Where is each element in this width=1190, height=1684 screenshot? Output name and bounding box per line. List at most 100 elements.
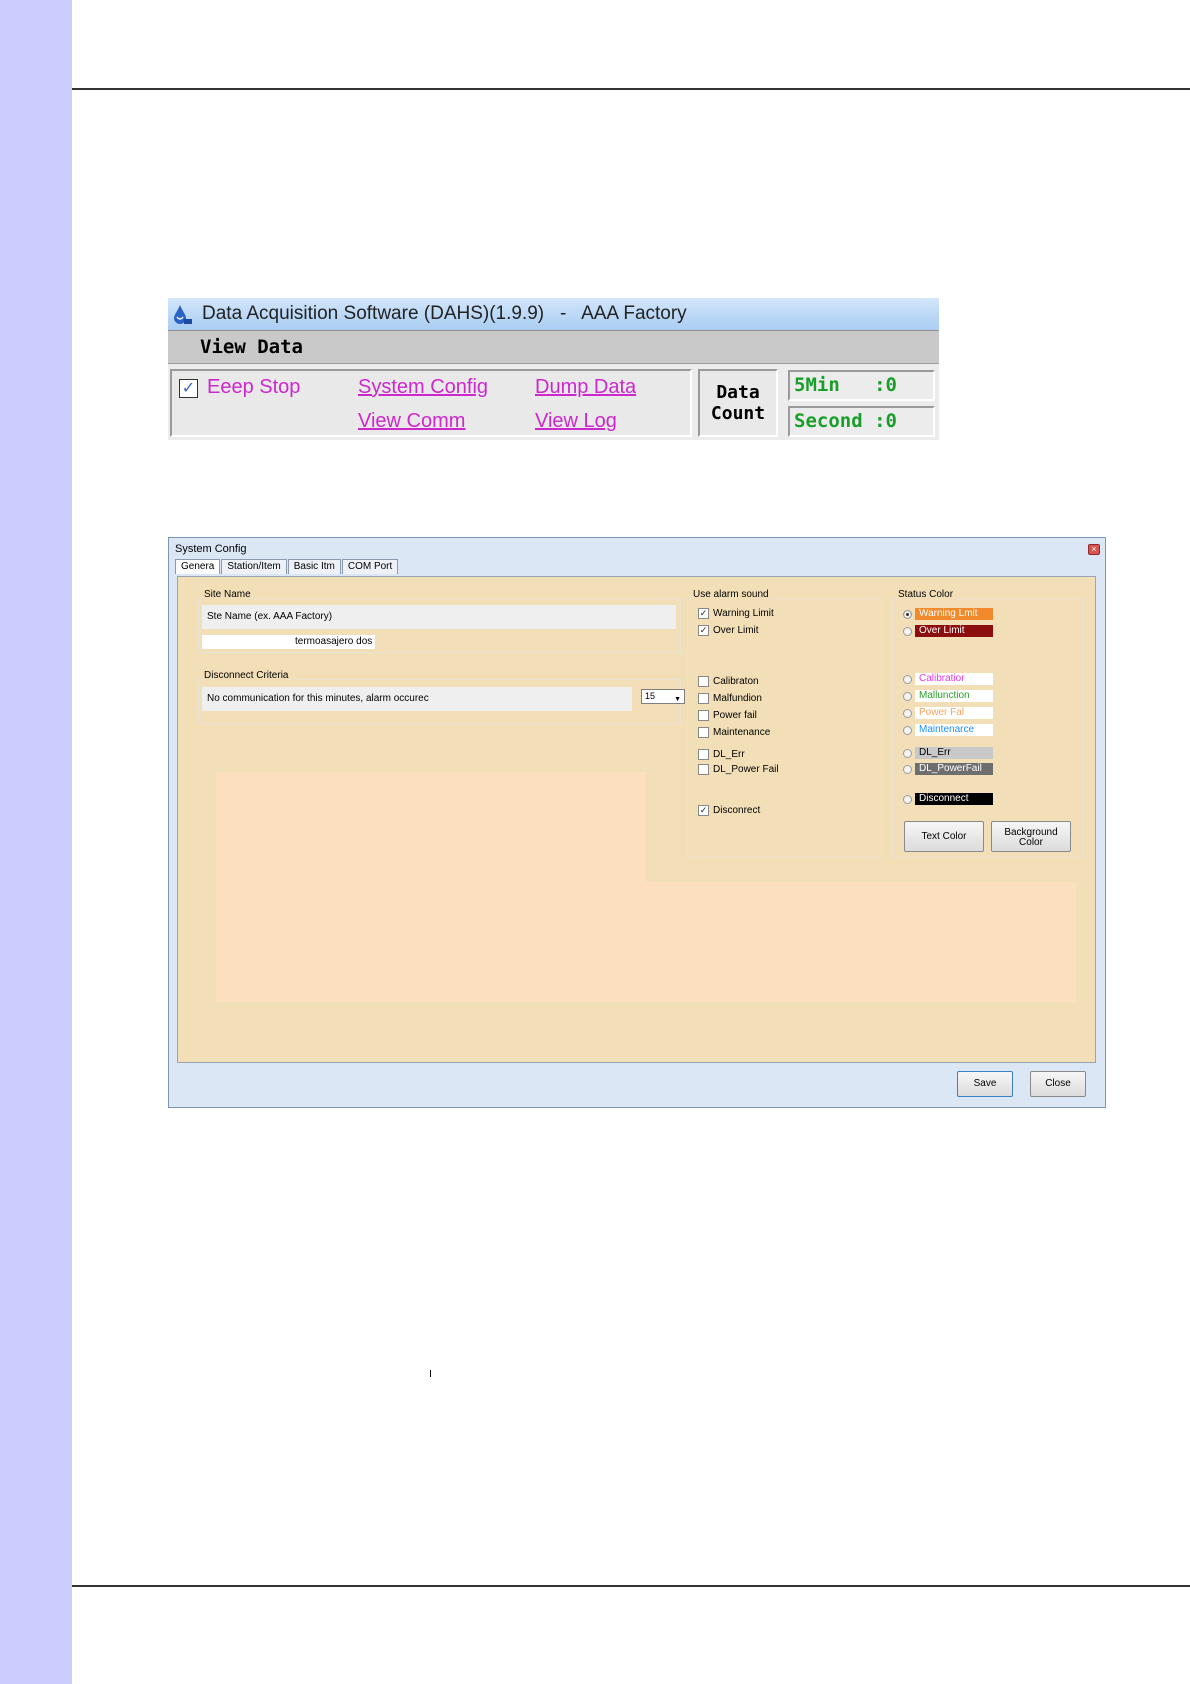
radio-unselected[interactable] [903,794,912,804]
alarm-sound-maintenance[interactable]: Maintenance [698,727,770,738]
checkbox-checked[interactable]: ✓ [698,625,709,636]
dialog-title: System Config [175,543,247,555]
status-swatch: Over Limit [915,625,993,637]
status-swatch: Power Fal [915,707,993,719]
site-name-input[interactable]: termoasajero dos [202,635,375,649]
dahs-main-window: Data Acquisition Software (DAHS)(1.9.9) … [168,298,939,440]
view-comm-link[interactable]: View Comm [358,410,465,433]
count-second: Second :0 [788,406,935,437]
background-color-button[interactable]: Background Color [991,821,1071,852]
disconnect-criteria-group: Disconnect Criteria No communication for… [198,670,685,724]
status-swatch: DL_PowerFail [915,763,993,775]
status-color-maintenance[interactable]: Maintenarce [903,724,993,736]
status-swatch: Calibratior [915,673,993,685]
alarm-sound-label: DL_Err [713,749,745,760]
control-panel: ✓ Eeep Stop System Config Dump Data View… [170,369,692,437]
radio-unselected[interactable] [903,708,912,718]
checkbox-unchecked[interactable] [698,749,709,760]
system-config-dialog: System Config × Genera Station/Item Basi… [168,537,1106,1108]
radio-unselected[interactable] [903,764,912,774]
radio-selected[interactable] [903,609,912,619]
menu-item-view-data[interactable]: View Data [200,336,303,358]
beep-stop-label[interactable]: Eeep Stop [207,376,300,399]
radio-unselected[interactable] [903,674,912,684]
alarm-sound-label: DL_Power Fail [713,764,779,775]
tab-general[interactable]: Genera [175,559,221,574]
status-color-over-limit[interactable]: Over Limit [903,625,993,637]
status-color-malfunction[interactable]: Mallunction [903,690,993,702]
alarm-sound-label: Maintenance [713,727,771,738]
alarm-sound-dl-err[interactable]: DL_Err [698,749,745,760]
radio-unselected[interactable] [903,725,912,735]
alarm-sound-disconnect[interactable]: ✓ Disconrect [698,805,760,816]
window-titlebar: Data Acquisition Software (DAHS)(1.9.9) … [168,298,939,330]
status-swatch: DL_Err [915,747,993,759]
checkbox-checked[interactable]: ✓ [698,608,709,619]
alarm-sound-warning-limit[interactable]: ✓ Warning Limit [698,608,774,619]
radio-unselected[interactable] [903,626,912,636]
stray-mark [430,1370,431,1377]
radio-unselected[interactable] [903,748,912,758]
chevron-down-icon: ▼ [674,696,681,703]
site-name-group: Site Name Ste Name (ex. AAA Factory) ter… [198,589,681,653]
save-button[interactable]: Save [957,1071,1013,1097]
disconnect-criteria-text: No communication for this minutes, alarm… [202,687,632,711]
disconnect-criteria-group-title: Disconnect Criteria [203,670,290,681]
alarm-sound-dl-power-fail[interactable]: DL_Power Fail [698,764,779,775]
checkbox-unchecked[interactable] [698,693,709,704]
alarm-sound-group: Use alarm sound ✓ Warning Limit ✓ Over Lim… [687,589,882,858]
tab-com-port[interactable]: COM Port [341,559,399,574]
disconnect-minutes-select[interactable]: 15 ▼ [641,689,685,704]
status-color-dl-err[interactable]: DL_Err [903,747,993,759]
alarm-sound-calibration[interactable]: Calibraton [698,676,759,687]
status-color-power-fail[interactable]: Power Fal [903,707,993,719]
data-count-box: Data Count [698,369,778,437]
data-count-label-line2: Count [710,403,766,424]
text-color-button[interactable]: Text Color [904,821,984,852]
alarm-sound-label: Malfundion [713,693,762,704]
water-drop-logo-icon [174,305,192,324]
tab-strip: Genera Station/Item Basic Itm COM Port [175,559,399,575]
alarm-sound-over-limit[interactable]: ✓ Over Limit [698,625,759,636]
checkbox-unchecked[interactable] [698,676,709,687]
alarm-sound-malfunction[interactable]: Malfundion [698,693,762,704]
alarm-sound-label: Disconrect [713,805,761,816]
background-color-button-line2: Color [1019,837,1043,848]
radio-unselected[interactable] [903,691,912,701]
general-tab-panel: Site Name Ste Name (ex. AAA Factory) ter… [177,576,1096,1063]
left-margin-band [0,0,72,1684]
data-count-label: Data Count [711,382,765,424]
checkbox-checked[interactable]: ✓ [698,805,709,816]
status-color-dl-powerfail[interactable]: DL_PowerFail [903,763,993,775]
status-color-calibration[interactable]: Calibratior [903,673,993,685]
status-color-group-title: Status Color [897,589,955,600]
header-rule [72,88,1190,90]
status-color-warning-limit[interactable]: Warning Lmit [903,608,993,620]
alarm-sound-label: Calibraton [713,676,759,687]
alarm-sound-label: Warning Limit [713,608,774,619]
alarm-sound-power-fail[interactable]: Power fail [698,710,757,721]
tab-basic-item[interactable]: Basic Itm [287,559,341,574]
close-button[interactable]: Close [1030,1071,1086,1097]
menu-bar: View Data [168,330,939,364]
checkbox-unchecked[interactable] [698,727,709,738]
status-color-disconnect[interactable]: Disconnect [903,793,993,805]
status-color-group: Status Color Warning Lmit Over Limit Cal… [892,589,1083,858]
system-config-link[interactable]: System Config [358,376,488,399]
close-icon[interactable]: × [1088,544,1100,555]
status-swatch: Disconnect [915,793,993,805]
window-title: Data Acquisition Software (DAHS)(1.9.9) … [202,303,687,324]
dump-data-link[interactable]: Dump Data [535,376,636,399]
alarm-sound-label: Power fail [713,710,757,721]
view-log-link[interactable]: View Log [535,410,617,433]
beep-stop-checkbox[interactable]: ✓ [179,379,198,398]
checkbox-unchecked[interactable] [698,764,709,775]
status-swatch: Mallunction [915,690,993,702]
tab-station-item[interactable]: Station/Item [221,559,287,574]
checkbox-unchecked[interactable] [698,710,709,721]
site-name-group-title: Site Name [203,589,252,600]
site-name-hint: Ste Name (ex. AAA Factory) [202,605,676,629]
alarm-sound-label: Over Limit [713,625,759,636]
disconnect-minutes-value: 15 [645,691,656,701]
data-count-label-line1: Data [716,382,760,403]
